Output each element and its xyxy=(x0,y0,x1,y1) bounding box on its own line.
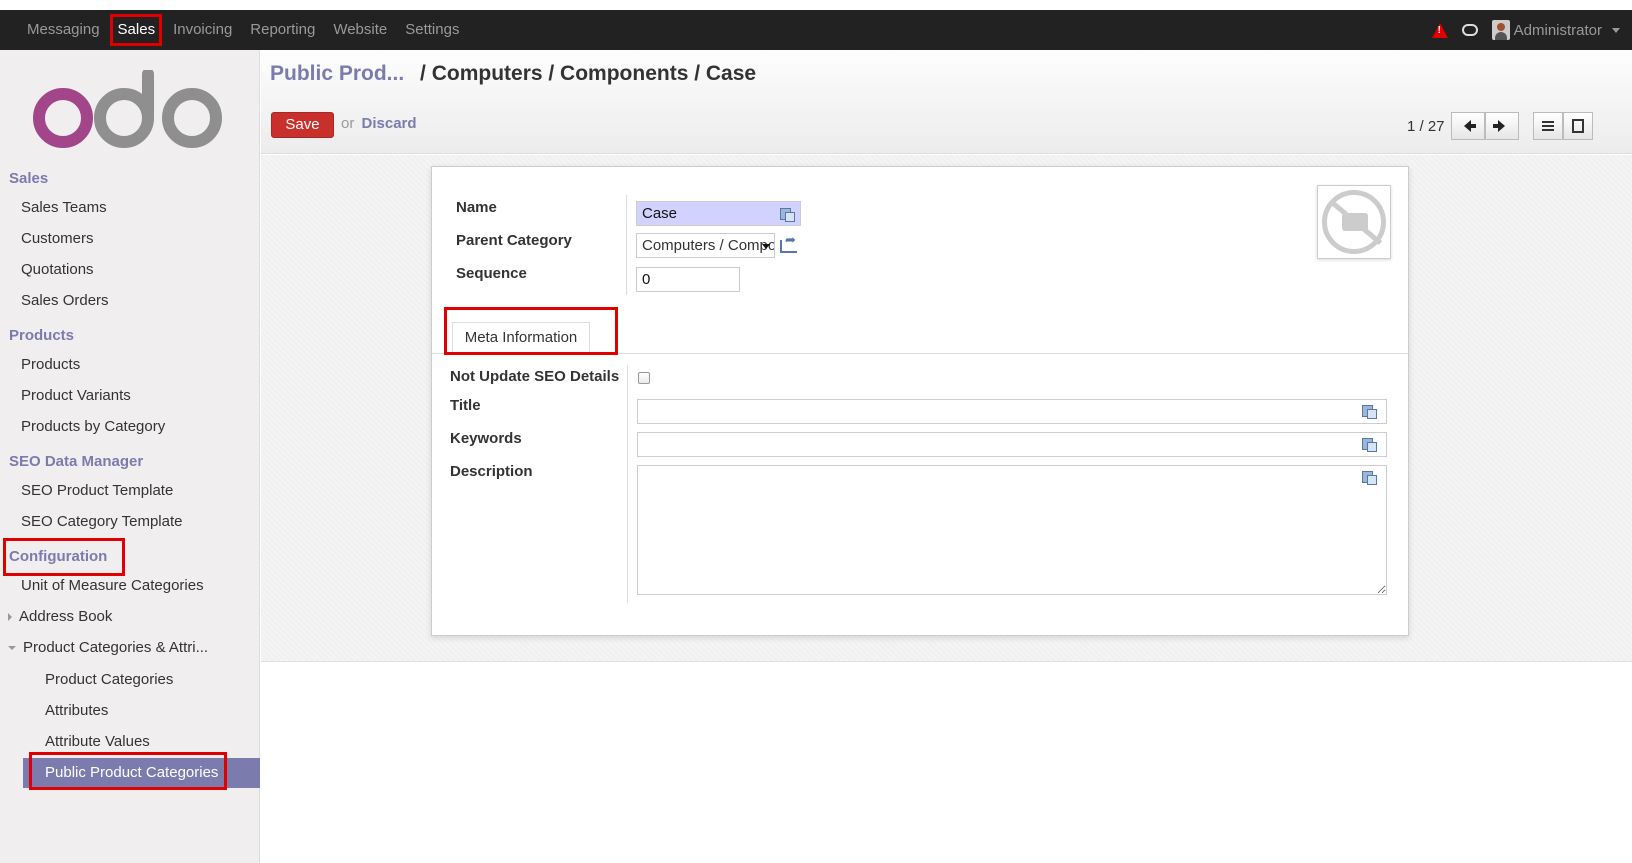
avatar xyxy=(1491,20,1510,40)
sidebar-item-products[interactable]: Products xyxy=(21,356,80,373)
sidebar-section-products: Products xyxy=(9,327,75,344)
sidebar-item-sales-teams[interactable]: Sales Teams xyxy=(21,199,107,216)
warning-icon[interactable] xyxy=(1431,22,1448,38)
description-field[interactable] xyxy=(637,465,1387,595)
arrow-right-icon xyxy=(1493,120,1506,132)
sidebar-item-seo-product-template[interactable]: SEO Product Template xyxy=(21,482,173,499)
menu-messaging[interactable]: Messaging xyxy=(18,10,109,50)
top-navbar: Messaging Sales Invoicing Reporting Webs… xyxy=(0,10,1632,50)
chevron-down-icon xyxy=(762,244,770,249)
sidebar-item-customers[interactable]: Customers xyxy=(21,230,94,247)
form-view-button[interactable] xyxy=(1562,112,1593,140)
pager-buttons xyxy=(1450,112,1519,140)
sidebar-item-products-by-category[interactable]: Products by Category xyxy=(21,418,165,435)
description-label: Description xyxy=(450,463,533,480)
sidebar-item-product-variants[interactable]: Product Variants xyxy=(21,387,131,404)
chevron-right-icon xyxy=(8,613,12,622)
sidebar-section-configuration: Configuration xyxy=(9,548,108,565)
name-field[interactable]: Case xyxy=(636,201,801,226)
sidebar-section-sales: Sales xyxy=(9,170,49,187)
menu-sales[interactable]: Sales xyxy=(109,10,165,50)
translate-icon[interactable] xyxy=(780,207,795,222)
external-link-icon[interactable] xyxy=(780,232,797,253)
pager-next-button[interactable] xyxy=(1484,112,1519,140)
user-menu[interactable]: Administrator xyxy=(1491,20,1620,40)
sidebar-item-uom-categories[interactable]: Unit of Measure Categories xyxy=(21,577,204,594)
sidebar-item-sales-orders[interactable]: Sales Orders xyxy=(21,292,109,309)
translate-icon[interactable] xyxy=(1362,437,1377,452)
label-separator xyxy=(627,365,628,603)
sidebar-item-attribute-values[interactable]: Attribute Values xyxy=(45,733,150,750)
save-button[interactable]: Save xyxy=(271,112,334,138)
sidebar-item-public-product-categories[interactable]: Public Product Categories xyxy=(23,758,260,788)
no-camera-icon xyxy=(1322,190,1386,254)
chevron-down-icon xyxy=(8,646,16,651)
image-placeholder[interactable] xyxy=(1317,185,1391,259)
name-label: Name xyxy=(456,199,497,216)
menu-website[interactable]: Website xyxy=(324,10,396,50)
menu-reporting[interactable]: Reporting xyxy=(241,10,324,50)
sidebar: Sales Sales Teams Customers Quotations S… xyxy=(0,50,260,863)
sidebar-section-seo-data-manager: SEO Data Manager xyxy=(9,453,144,470)
parent-category-label: Parent Category xyxy=(456,232,572,249)
list-view-button[interactable] xyxy=(1532,112,1563,140)
sidebar-item-label: Address Book xyxy=(19,608,113,625)
sidebar-item-product-categories-attributes[interactable]: Product Categories & Attri... xyxy=(8,639,208,656)
parent-category-select[interactable]: Computers / Components xyxy=(636,233,775,258)
pager-previous-button[interactable] xyxy=(1450,112,1485,140)
seo-details-label: Not Update SEO Details xyxy=(450,368,620,385)
breadcrumb-link[interactable]: Public Prod... xyxy=(270,62,404,85)
user-name: Administrator xyxy=(1513,21,1602,39)
sidebar-item-product-categories[interactable]: Product Categories xyxy=(45,671,173,688)
pager: 1 / 27 xyxy=(1407,112,1593,140)
not-update-seo-checkbox[interactable] xyxy=(638,372,650,384)
sidebar-item-attributes[interactable]: Attributes xyxy=(45,702,108,719)
chevron-down-icon xyxy=(1612,27,1620,33)
chat-icon[interactable] xyxy=(1461,24,1478,36)
title-label: Title xyxy=(450,397,481,414)
or-text: or xyxy=(341,115,355,132)
translate-icon[interactable] xyxy=(1362,470,1377,485)
sidebar-item-label: Product Categories & Attri... xyxy=(23,639,209,656)
control-panel: Public Prod... / Computers / Components … xyxy=(261,50,1632,154)
keywords-label: Keywords xyxy=(450,430,522,447)
main-content: Public Prod... / Computers / Components … xyxy=(261,50,1632,863)
form-sheet: Name Parent Category Sequence Case Compu… xyxy=(431,166,1409,636)
list-icon xyxy=(1541,121,1554,131)
sequence-label: Sequence xyxy=(456,265,527,282)
title-field[interactable] xyxy=(637,399,1387,424)
odoo-logo xyxy=(33,70,222,148)
sequence-field[interactable]: 0 xyxy=(636,267,740,292)
form-icon xyxy=(1571,119,1584,133)
translate-icon[interactable] xyxy=(1362,404,1377,419)
breadcrumb: Public Prod... / Computers / Components … xyxy=(270,62,756,86)
view-switcher xyxy=(1532,112,1593,140)
top-menu: Messaging Sales Invoicing Reporting Webs… xyxy=(18,10,468,50)
pager-value: 1 / 27 xyxy=(1407,117,1445,135)
keywords-field[interactable] xyxy=(637,432,1387,457)
discard-group: or Discard xyxy=(341,115,417,132)
sidebar-item-seo-category-template[interactable]: SEO Category Template xyxy=(21,513,182,530)
label-separator xyxy=(626,195,627,295)
top-right-tools: Administrator xyxy=(1431,10,1620,50)
menu-invoicing[interactable]: Invoicing xyxy=(164,10,241,50)
arrow-left-icon xyxy=(1464,120,1477,132)
discard-button[interactable]: Discard xyxy=(362,115,417,132)
menu-settings[interactable]: Settings xyxy=(396,10,468,50)
parent-category-value: Computers / Components xyxy=(642,237,775,254)
sidebar-item-quotations[interactable]: Quotations xyxy=(21,261,94,278)
sidebar-item-address-book[interactable]: Address Book xyxy=(8,608,112,625)
breadcrumb-current: / Computers / Components / Case xyxy=(420,62,757,85)
tab-meta-information[interactable]: Meta Information xyxy=(452,322,590,354)
